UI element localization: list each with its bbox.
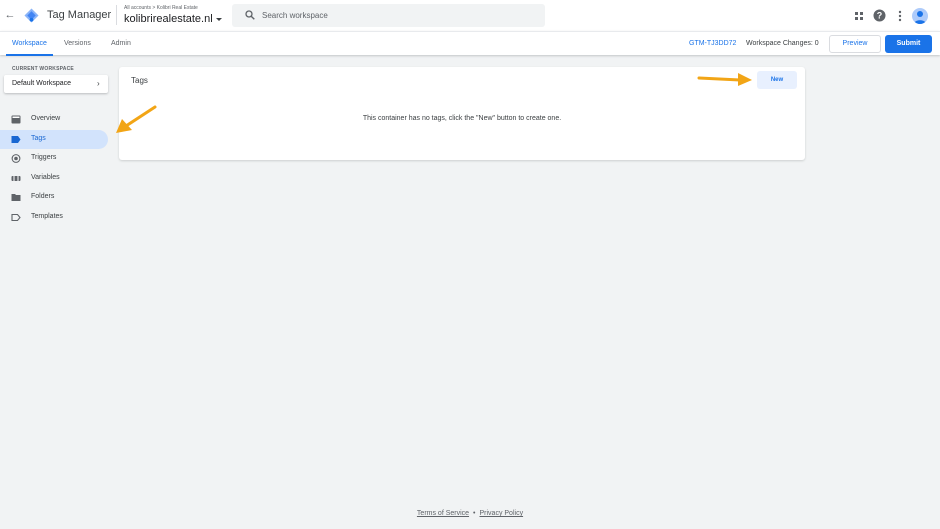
current-workspace-heading: CURRENT WORKSPACE	[12, 66, 74, 72]
sidebar-item-folders[interactable]: Folders	[0, 188, 108, 207]
trigger-icon	[11, 154, 21, 163]
active-tab-indicator	[6, 54, 53, 56]
workspace-selector[interactable]: Default Workspace ›	[4, 75, 108, 93]
account-avatar[interactable]	[912, 8, 928, 24]
sidebar-item-label: Overview	[31, 115, 61, 122]
sidebar-item-variables[interactable]: Variables	[0, 169, 108, 188]
account-breadcrumb[interactable]: All accounts > Kolibri Real Estate	[124, 5, 198, 11]
footer-separator: •	[473, 510, 476, 517]
sidebar-item-templates[interactable]: Templates	[0, 208, 108, 227]
privacy-policy-link[interactable]: Privacy Policy	[480, 510, 524, 517]
workspace-changes-count: Workspace Changes: 0	[746, 40, 819, 47]
template-icon	[11, 213, 21, 222]
folder-icon	[11, 194, 21, 201]
sidebar-item-tags[interactable]: Tags	[0, 130, 108, 149]
workspace-toolbar: Workspace Versions Admin GTM-TJ3DD72 Wor…	[0, 31, 940, 56]
variables-icon	[11, 176, 21, 181]
svg-text:?: ?	[877, 11, 883, 21]
arrow-back-icon[interactable]: ←	[4, 9, 16, 21]
top-app-bar: ← Tag Manager All accounts > Kolibri Rea…	[0, 0, 940, 31]
terms-of-service-link[interactable]: Terms of Service	[417, 510, 469, 517]
workspace-name: Default Workspace	[12, 80, 72, 87]
submit-button[interactable]: Submit	[885, 35, 932, 53]
annotation-arrow-down-left-icon	[116, 105, 157, 133]
empty-state-message: This container has no tags, click the "N…	[362, 115, 562, 122]
preview-button[interactable]: Preview	[829, 35, 881, 53]
tab-workspace[interactable]: Workspace	[12, 40, 47, 47]
sidebar-item-label: Triggers	[31, 154, 57, 161]
page-footer: Terms of Service • Privacy Policy	[0, 510, 940, 517]
sidebar-item-triggers[interactable]: Triggers	[0, 149, 108, 168]
header-divider	[116, 5, 117, 25]
product-name: Tag Manager	[47, 9, 112, 21]
annotation-arrow-right-icon	[697, 73, 752, 86]
sidebar-item-label: Templates	[31, 213, 63, 220]
caret-down-icon	[215, 17, 222, 21]
tab-admin[interactable]: Admin	[111, 40, 131, 47]
person-icon	[914, 11, 926, 24]
sidebar-item-label: Variables	[31, 174, 60, 181]
container-id-link[interactable]: GTM-TJ3DD72	[689, 40, 736, 47]
sidebar-item-label: Tags	[31, 135, 46, 142]
search-icon	[245, 10, 255, 20]
sidebar-item-label: Folders	[31, 193, 55, 200]
sidebar-item-overview[interactable]: Overview	[0, 110, 108, 129]
search-input[interactable]	[262, 9, 532, 22]
help-icon[interactable]: ?	[873, 9, 886, 22]
tag-manager-logo[interactable]	[24, 8, 39, 23]
container-name: kolibrirealestate.nl	[124, 13, 213, 25]
tab-versions[interactable]: Versions	[64, 40, 91, 47]
overview-icon	[11, 115, 21, 124]
more-vert-icon[interactable]	[894, 10, 906, 22]
tag-icon	[11, 136, 21, 143]
search-bar[interactable]	[232, 4, 545, 27]
new-tag-button[interactable]: New	[757, 71, 797, 89]
chevron-right-icon: ›	[97, 79, 100, 88]
card-title: Tags	[131, 76, 148, 85]
container-selector[interactable]: kolibrirealestate.nl	[124, 13, 222, 25]
apps-grid-icon[interactable]	[853, 10, 865, 22]
